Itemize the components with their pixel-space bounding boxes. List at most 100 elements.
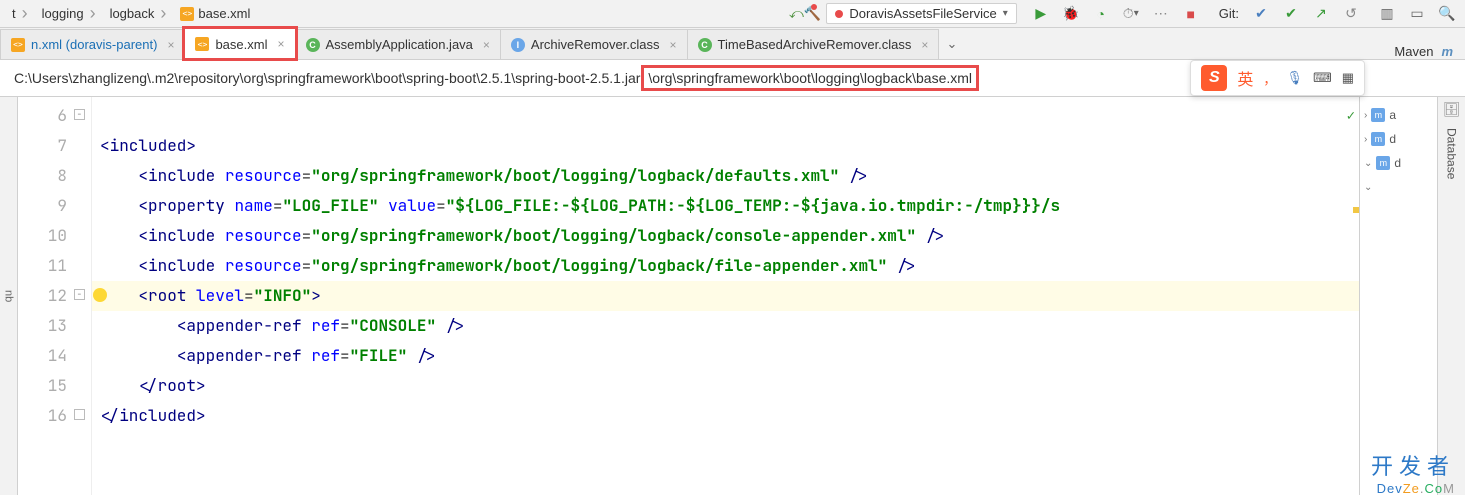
chevron-right-icon: › — [1364, 110, 1367, 121]
tab[interactable]: I ArchiveRemover.class × — [500, 29, 688, 59]
tab-label: TimeBasedArchiveRemover.class — [718, 37, 912, 52]
code-body[interactable]: <included> <include resource="org/spring… — [92, 97, 1359, 495]
code-line[interactable]: <include resource="org/springframework/b… — [92, 161, 1359, 191]
chevron-right-icon: › — [1364, 134, 1367, 145]
debug-icon[interactable]: 🐞 — [1063, 6, 1079, 22]
presentation-icon[interactable]: ▭ — [1409, 6, 1425, 22]
fold-end-icon[interactable] — [74, 409, 85, 420]
search-everywhere-icon[interactable]: 🔍 — [1439, 6, 1455, 22]
gutter-line[interactable]: 12− — [18, 281, 91, 311]
build-tool-label: Maven — [1394, 44, 1433, 59]
hammer-icon[interactable]: 🔨 — [804, 6, 820, 22]
warn-stripe[interactable] — [1353, 207, 1359, 213]
close-icon[interactable]: × — [163, 38, 174, 52]
tab[interactable]: n.xml (doravis-parent) × — [0, 29, 185, 59]
vcs-update-icon[interactable]: ✔ — [1253, 6, 1269, 22]
breadcrumb-item[interactable]: base.xml — [174, 6, 256, 21]
tab[interactable]: C TimeBasedArchiveRemover.class × — [687, 29, 940, 59]
module-icon — [1376, 156, 1390, 170]
chevron-down-icon: ⌄ — [1364, 182, 1372, 193]
gutter-line[interactable]: 8 — [18, 161, 91, 191]
ime-toolbar[interactable]: S 英 ， 🎙 ⌨ ▦ — [1190, 60, 1365, 96]
gutter-line[interactable]: 11 — [18, 251, 91, 281]
chevron-right-icon: › — [20, 3, 30, 24]
run-config-label: DoravisAssetsFileService — [849, 6, 996, 21]
ime-keyboard-icon[interactable]: ⌨ — [1313, 70, 1332, 86]
attach-icon[interactable]: ⋯ — [1153, 6, 1169, 22]
inspection-ok-icon[interactable]: ✓ — [1347, 101, 1355, 131]
close-icon[interactable]: × — [273, 37, 284, 51]
breadcrumb-item[interactable]: logging› — [36, 3, 104, 24]
chevron-down-icon: ⌄ — [1364, 158, 1372, 169]
run-config-select[interactable]: DoravisAssetsFileService ▾ — [826, 3, 1016, 24]
close-icon[interactable]: × — [479, 38, 490, 52]
stop-icon[interactable]: ■ — [1183, 6, 1199, 22]
chevron-right-icon: › — [158, 3, 168, 24]
class-icon: C — [698, 38, 712, 52]
code-line[interactable]: <appender-ref ref="CONSOLE" /> — [92, 311, 1359, 341]
intention-bulb-icon[interactable] — [93, 288, 107, 302]
code-line[interactable]: </included> — [92, 401, 1359, 431]
gutter-line[interactable]: 10 — [18, 221, 91, 251]
xml-file-icon — [180, 7, 194, 21]
watermark: 开发者 DevZe.CoM — [1371, 449, 1455, 496]
gutter-line[interactable]: 13 — [18, 311, 91, 341]
code-editor[interactable]: ✓ 6−789101112−13141516 <included> <inclu… — [18, 97, 1359, 495]
tree-collapse[interactable]: ⌄ — [1364, 175, 1433, 199]
breadcrumb: t› logging› logback› base.xml — [0, 3, 788, 24]
database-tool-label[interactable]: Database — [1445, 128, 1459, 179]
maven-tree[interactable]: ›a ›d ⌄d ⌄ — [1359, 97, 1437, 495]
code-line[interactable]: <include resource="org/springframework/b… — [92, 221, 1359, 251]
code-line[interactable]: <appender-ref ref="FILE" /> — [92, 341, 1359, 371]
ime-punct-icon[interactable]: ， — [1263, 69, 1276, 88]
vcs-history-icon[interactable]: ↺ — [1343, 6, 1359, 22]
breadcrumb-item[interactable]: logback› — [104, 3, 175, 24]
database-icon[interactable]: 🗄 — [1443, 101, 1461, 118]
fold-icon[interactable]: − — [74, 109, 85, 120]
tree-item[interactable]: ›a — [1364, 103, 1433, 127]
close-icon[interactable]: × — [917, 38, 928, 52]
code-line[interactable]: <root level="INFO"> — [92, 281, 1359, 311]
fold-icon[interactable]: − — [74, 289, 85, 300]
editor-area: nb ✓ 6−789101112−13141516 <included> <in… — [0, 97, 1465, 495]
editor-tabs: n.xml (doravis-parent) × base.xml × C As… — [0, 28, 1465, 60]
gutter: 6−789101112−13141516 — [18, 97, 92, 495]
right-rail: 🗄 Database — [1437, 97, 1465, 495]
code-line[interactable] — [92, 101, 1359, 131]
coverage-icon[interactable]: ◔ — [1093, 6, 1109, 22]
close-icon[interactable]: × — [666, 38, 677, 52]
ime-lang-label[interactable]: 英 — [1237, 66, 1253, 90]
tab[interactable]: base.xml × — [184, 28, 295, 59]
vcs-push-icon[interactable]: ↗ — [1313, 6, 1329, 22]
vcs-commit-icon[interactable]: ✔ — [1283, 6, 1299, 22]
back-icon[interactable]: ⤺ — [788, 6, 804, 22]
gutter-line[interactable]: 7 — [18, 131, 91, 161]
profile-icon[interactable]: ⏱▾ — [1123, 6, 1139, 22]
module-icon — [1371, 132, 1385, 146]
watermark-en: DevZe.CoM — [1371, 481, 1455, 496]
tree-item[interactable]: ›d — [1364, 127, 1433, 151]
gutter-line[interactable]: 16 — [18, 401, 91, 431]
run-icon[interactable]: ▶ — [1033, 6, 1049, 22]
code-line[interactable]: </root> — [92, 371, 1359, 401]
layout-icon[interactable]: ▥ — [1379, 6, 1395, 22]
breadcrumb-item[interactable]: t› — [6, 3, 36, 24]
gutter-line[interactable]: 6− — [18, 101, 91, 131]
chevron-down-icon: ▾ — [1003, 8, 1008, 19]
code-line[interactable]: <included> — [92, 131, 1359, 161]
gutter-line[interactable]: 9 — [18, 191, 91, 221]
gutter-line[interactable]: 15 — [18, 371, 91, 401]
more-tabs-icon[interactable]: ⌄ — [938, 36, 965, 52]
left-tool-stub[interactable]: nb — [0, 97, 18, 495]
gutter-line[interactable]: 14 — [18, 341, 91, 371]
code-line[interactable]: <include resource="org/springframework/b… — [92, 251, 1359, 281]
class-icon: C — [306, 38, 320, 52]
tab-label: n.xml (doravis-parent) — [31, 37, 157, 52]
ime-mic-icon[interactable]: 🎙 — [1286, 70, 1303, 86]
code-line[interactable]: <property name="LOG_FILE" value="${LOG_F… — [92, 191, 1359, 221]
ime-grid-icon[interactable]: ▦ — [1342, 70, 1354, 86]
build-tool-select[interactable]: Maven m — [1382, 44, 1465, 59]
interface-icon: I — [511, 38, 525, 52]
tab[interactable]: C AssemblyApplication.java × — [295, 29, 501, 59]
tree-item[interactable]: ⌄d — [1364, 151, 1433, 175]
